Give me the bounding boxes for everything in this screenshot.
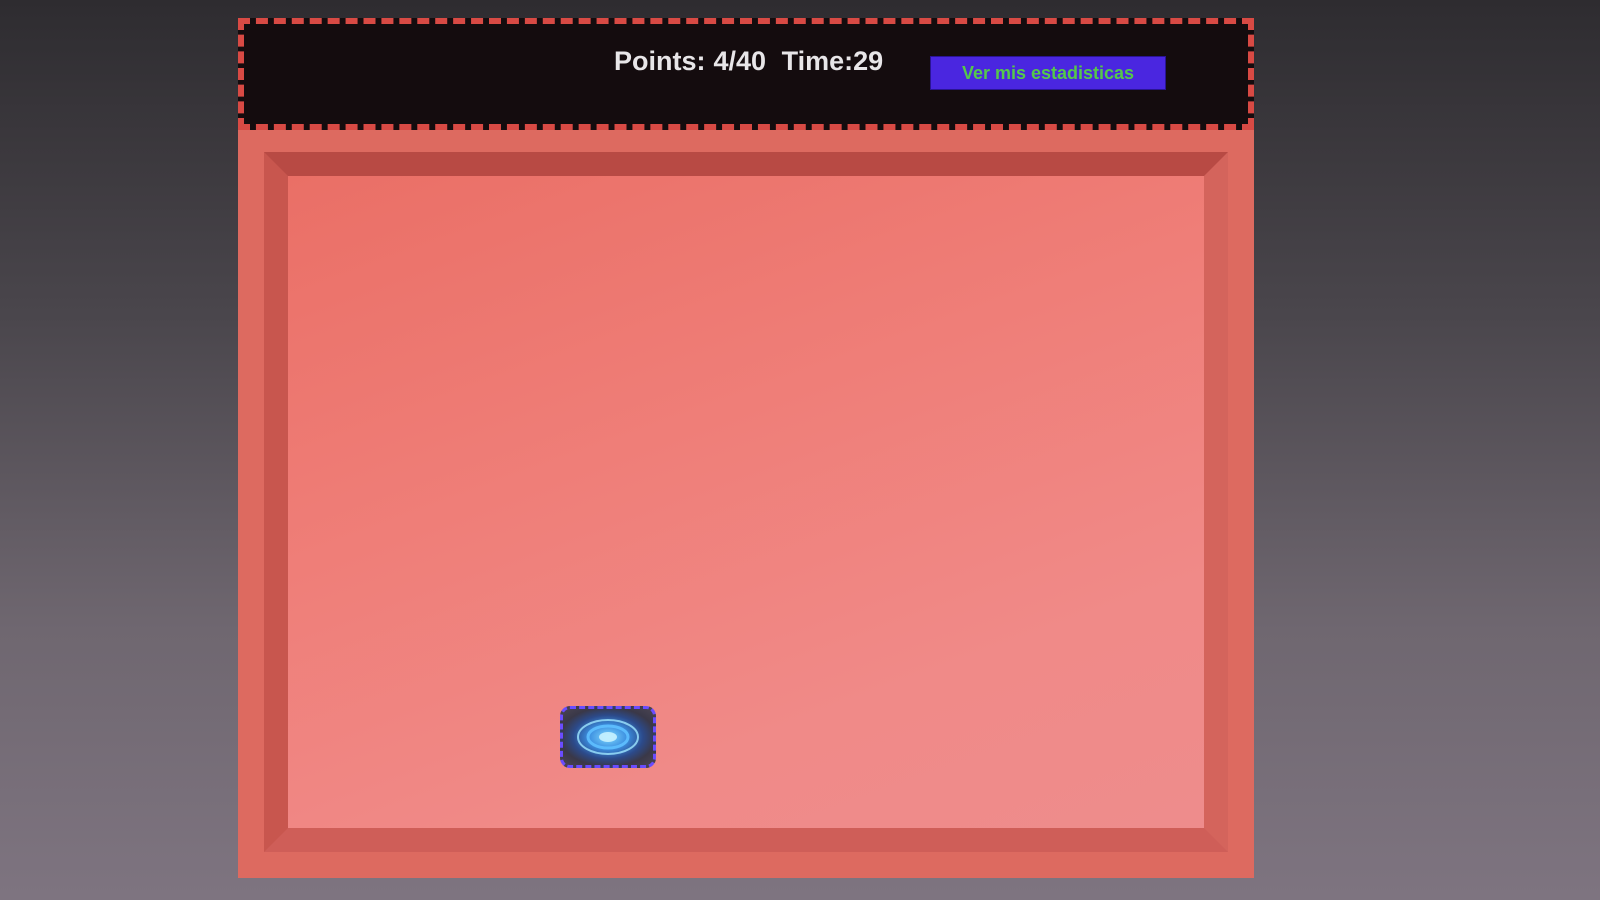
game-board [238, 130, 1254, 878]
time-label: Time: [781, 46, 854, 76]
hud-bar: Points: 4/40 Time:29 Ver mis estadisticas [238, 18, 1254, 130]
hud-stats: Points: 4/40 Time:29 [614, 46, 891, 77]
view-stats-button[interactable]: Ver mis estadisticas [930, 56, 1166, 90]
target-rings-icon [577, 719, 639, 755]
play-area[interactable] [264, 152, 1228, 852]
points-label: Points: [614, 46, 706, 76]
points-value: 4/40 [713, 46, 767, 76]
game-frame: Points: 4/40 Time:29 Ver mis estadisticas [238, 18, 1254, 878]
glowing-target-icon[interactable] [560, 706, 656, 768]
time-value: 29 [853, 46, 884, 76]
